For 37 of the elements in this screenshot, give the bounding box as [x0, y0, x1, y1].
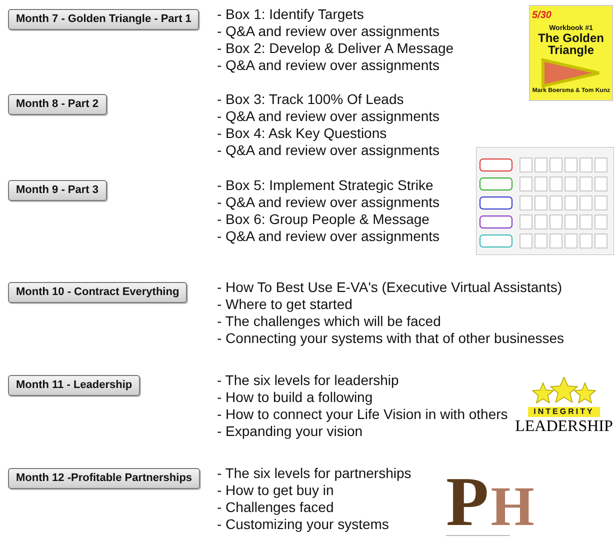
topic-text: - Q&A and review over assignments	[217, 142, 440, 159]
topic-text: - The six levels for partnerships	[217, 465, 412, 482]
book-title: The Golden Triangle	[537, 32, 605, 56]
monogram-letter: H	[490, 479, 534, 535]
topic-text: - Q&A and review over assignments	[217, 57, 441, 74]
topic-text: - Q&A and review over assignments	[217, 228, 440, 245]
logo-top-text: INTEGRITY	[528, 407, 600, 417]
topic-text: - How To Best Use E-VA's (Executive Virtual Assistants)	[217, 279, 564, 296]
month-button[interactable]: Month 10 - Contract Everything	[8, 282, 188, 303]
month-button[interactable]: Month 11 - Leadership	[8, 374, 140, 396]
month-button[interactable]: Month 9 - Part 3	[8, 180, 107, 201]
topic-text: - Q&A and review over assignments	[217, 23, 441, 40]
topic-text: - Box 1: Identify Targets	[217, 6, 365, 23]
monogram-letter: P	[446, 471, 489, 535]
topic-text: - How to build a following	[217, 389, 374, 406]
month-button[interactable]: Month 8 - Part 2	[8, 94, 107, 115]
topic-text: - Box 5: Implement Strategic Strike	[217, 177, 434, 194]
month-button[interactable]: Month 12 -Profitable Partnerships	[8, 468, 200, 489]
triangle-drawing	[541, 58, 601, 88]
topic-text: - Box 6: Group People & Message	[217, 211, 430, 228]
topic-text: - Customizing your systems	[217, 516, 390, 533]
topic-text: - Box 2: Develop & Deliver A Message	[217, 40, 454, 57]
month-button[interactable]: Month 7 - Golden Triangle - Part 1	[8, 8, 200, 30]
topic-text: - The six levels for leadership	[217, 372, 400, 389]
topic-text: - The challenges which will be faced	[217, 313, 442, 330]
topic-text: - Where to get started	[217, 296, 354, 313]
topic-text: - How to connect your Life Vision in with others	[217, 406, 508, 423]
topic-text: - How to get buy in	[217, 482, 335, 499]
topic-text: - Expanding your vision	[217, 423, 364, 440]
topic-text: - Q&A and review over assignments	[217, 108, 440, 125]
topic-text: - Box 3: Track 100% Of Leads	[217, 91, 405, 108]
logo-bottom-text: LEADERSHIP	[515, 417, 613, 437]
topic-text: - Box 4: Ask Key Questions	[217, 125, 388, 142]
topic-text: - Challenges faced	[217, 499, 335, 516]
topic-text: - Q&A and review over assignments	[217, 194, 440, 211]
brand-text: 5/30	[532, 9, 552, 23]
topic-text: - Connecting your systems with that of other businesses	[217, 330, 564, 347]
